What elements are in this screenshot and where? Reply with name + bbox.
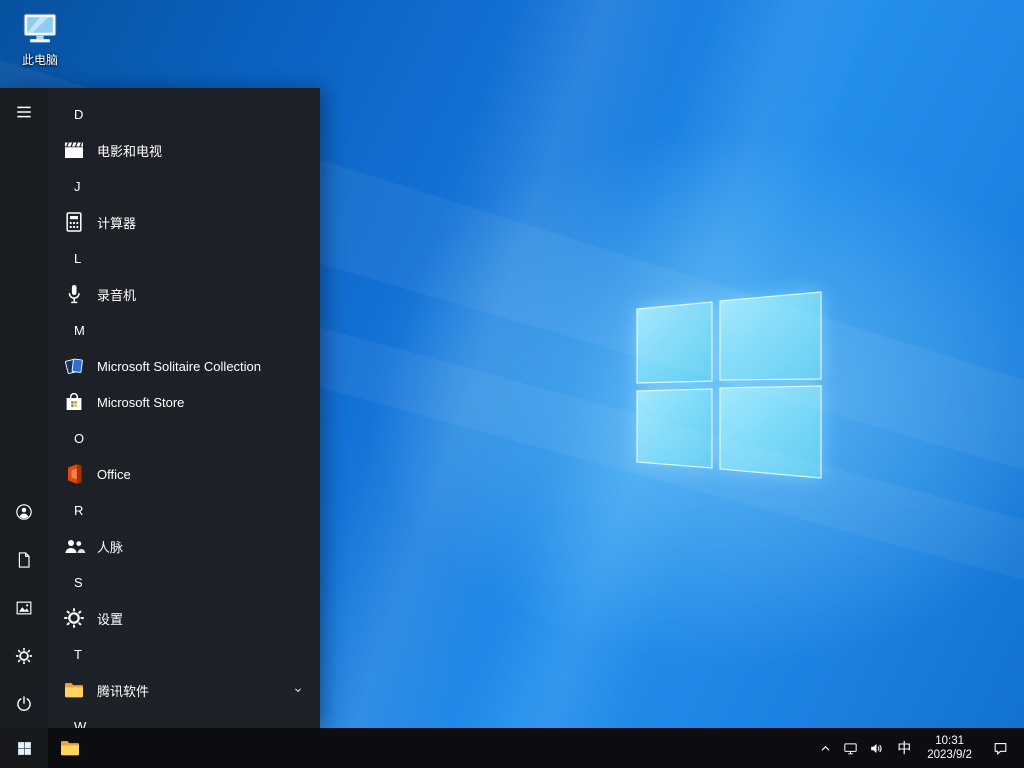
letter-label: D — [74, 107, 83, 122]
app-item-settings[interactable]: 设置 — [48, 600, 320, 636]
letter-header-w[interactable]: W — [48, 708, 320, 728]
app-item-solitaire[interactable]: Microsoft Solitaire Collection — [48, 348, 320, 384]
account-button[interactable] — [0, 488, 48, 536]
desktop-icon-this-pc[interactable]: 此电脑 — [8, 8, 72, 67]
letter-header-r[interactable]: R — [48, 492, 320, 528]
folder-icon — [62, 678, 86, 702]
app-label: 电影和电视 — [97, 141, 162, 160]
ime-indicator[interactable]: 中 — [889, 728, 919, 768]
letter-header-o[interactable]: O — [48, 420, 320, 456]
app-label: 设置 — [97, 609, 123, 628]
taskbar: 中 10:31 2023/9/2 — [0, 728, 1024, 768]
store-icon — [62, 390, 86, 414]
power-button[interactable] — [0, 680, 48, 728]
app-label: 腾讯软件 — [97, 681, 149, 700]
hamburger-icon — [14, 102, 34, 122]
letter-header-j[interactable]: J — [48, 168, 320, 204]
power-icon — [14, 694, 34, 714]
clock-date: 2023/9/2 — [927, 748, 972, 762]
letter-label: O — [74, 431, 84, 446]
letter-header-t[interactable]: T — [48, 636, 320, 672]
tray-hidden-icons-button[interactable] — [813, 728, 837, 768]
action-center-button[interactable] — [980, 728, 1020, 768]
speaker-icon — [868, 740, 885, 757]
app-label: 计算器 — [97, 213, 136, 232]
this-pc-label: 此电脑 — [8, 53, 72, 67]
ime-label: 中 — [897, 738, 911, 758]
app-item-voice-recorder[interactable]: 录音机 — [48, 276, 320, 312]
app-item-people[interactable]: 人脉 — [48, 528, 320, 564]
letter-header-s[interactable]: S — [48, 564, 320, 600]
app-label: Microsoft Solitaire Collection — [97, 359, 261, 374]
documents-icon — [14, 550, 34, 570]
start-menu-app-list: D 电影和电视 J 计算器 — [48, 88, 320, 728]
start-menu: D 电影和电视 J 计算器 — [0, 88, 320, 728]
documents-button[interactable] — [0, 536, 48, 584]
user-account-icon — [14, 502, 34, 522]
letter-header-l[interactable]: L — [48, 240, 320, 276]
screen: 此电脑 — [0, 0, 1024, 768]
settings-gear-icon — [62, 606, 86, 630]
app-label: Office — [97, 467, 131, 482]
gear-icon — [14, 646, 34, 666]
system-tray: 中 10:31 2023/9/2 — [813, 728, 1024, 768]
expand-menu-button[interactable] — [0, 88, 48, 136]
app-item-movies-tv[interactable]: 电影和电视 — [48, 132, 320, 168]
app-item-tencent-folder[interactable]: 腾讯软件 — [48, 672, 320, 708]
pictures-icon — [14, 598, 34, 618]
app-item-calculator[interactable]: 计算器 — [48, 204, 320, 240]
letter-label: L — [74, 251, 81, 266]
pictures-button[interactable] — [0, 584, 48, 632]
solitaire-icon — [62, 354, 86, 378]
action-center-icon — [992, 740, 1009, 757]
office-icon — [62, 462, 86, 486]
letter-label: S — [74, 575, 83, 590]
voice-recorder-icon — [62, 282, 86, 306]
letter-label: W — [74, 719, 86, 729]
this-pc-icon — [18, 8, 62, 52]
letter-label: R — [74, 503, 83, 518]
chevron-up-icon — [817, 740, 834, 757]
network-icon — [842, 740, 859, 757]
volume-button[interactable] — [863, 728, 889, 768]
people-icon — [62, 534, 86, 558]
app-label: Microsoft Store — [97, 395, 184, 410]
letter-label: T — [74, 647, 82, 662]
letter-label: J — [74, 179, 81, 194]
start-button[interactable] — [0, 728, 48, 768]
calculator-icon — [62, 210, 86, 234]
start-menu-rail — [0, 88, 48, 728]
network-button[interactable] — [837, 728, 863, 768]
taskbar-clock[interactable]: 10:31 2023/9/2 — [919, 728, 980, 768]
app-label: 录音机 — [97, 285, 136, 304]
app-label: 人脉 — [97, 537, 123, 556]
settings-button[interactable] — [0, 632, 48, 680]
chevron-down-icon[interactable] — [291, 683, 305, 697]
letter-label: M — [74, 323, 85, 338]
file-explorer-button[interactable] — [48, 728, 92, 768]
app-item-microsoft-store[interactable]: Microsoft Store — [48, 384, 320, 420]
app-item-office[interactable]: Office — [48, 456, 320, 492]
windows-logo-icon — [16, 740, 33, 757]
clock-time: 10:31 — [935, 734, 964, 748]
letter-header-m[interactable]: M — [48, 312, 320, 348]
file-explorer-icon — [58, 736, 82, 760]
letter-header-d[interactable]: D — [48, 96, 320, 132]
movies-tv-icon — [62, 138, 86, 162]
